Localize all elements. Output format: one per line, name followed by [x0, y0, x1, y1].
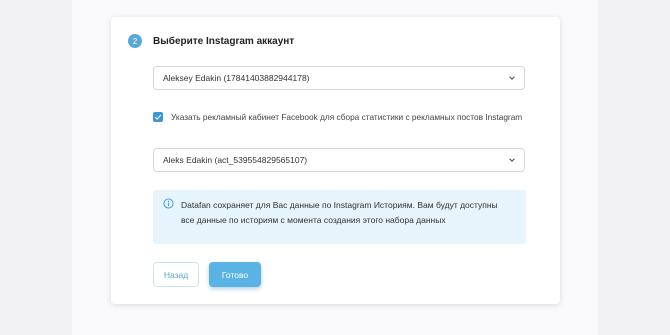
back-button[interactable]: Назад: [153, 262, 199, 287]
step-card: 2 Выберите Instagram аккаунт Aleksey Eda…: [111, 17, 560, 304]
info-icon: [163, 198, 174, 209]
info-text: Datafan сохраняет для Вас данные по Inst…: [181, 200, 498, 225]
instagram-account-select[interactable]: Aleksey Edakin (17841403882944178): [153, 66, 525, 90]
ad-account-checkbox-row[interactable]: Указать рекламный кабинет Facebook для с…: [153, 112, 522, 122]
ad-account-value: Aleks Edakin (act_539554829565107): [163, 155, 308, 165]
step-number-badge: 2: [128, 34, 142, 48]
ad-account-checkbox[interactable]: [153, 112, 163, 122]
instagram-account-value: Aleksey Edakin (17841403882944178): [163, 73, 310, 83]
stories-info-banner: Datafan сохраняет для Вас данные по Inst…: [153, 190, 526, 244]
chevron-down-icon: [509, 158, 515, 162]
step-title: Выберите Instagram аккаунт: [153, 35, 295, 47]
checkmark-icon: [154, 114, 162, 120]
ad-account-checkbox-label: Указать рекламный кабинет Facebook для с…: [171, 112, 523, 122]
step-header: 2 Выберите Instagram аккаунт: [128, 34, 294, 48]
ad-account-select[interactable]: Aleks Edakin (act_539554829565107): [153, 148, 525, 172]
chevron-down-icon: [509, 76, 515, 80]
done-button[interactable]: Готово: [209, 262, 261, 287]
